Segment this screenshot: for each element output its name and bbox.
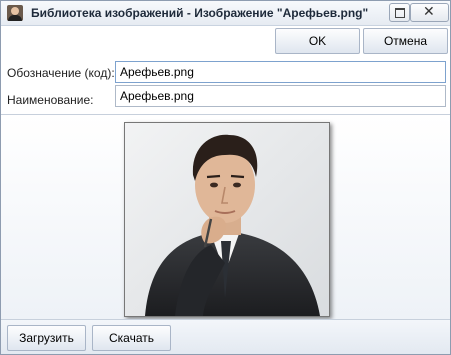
person-photo-icon bbox=[7, 5, 23, 21]
upload-button[interactable]: Загрузить bbox=[7, 325, 86, 351]
code-input[interactable] bbox=[115, 61, 446, 83]
cancel-button[interactable]: Отмена bbox=[363, 28, 448, 54]
portrait-illustration bbox=[125, 123, 329, 316]
portrait-photo bbox=[124, 122, 330, 317]
name-input[interactable] bbox=[115, 85, 446, 107]
download-button[interactable]: Скачать bbox=[92, 325, 171, 351]
ok-button[interactable]: OK bbox=[275, 28, 360, 54]
close-icon: ✕ bbox=[423, 4, 435, 20]
restore-icon bbox=[395, 8, 405, 18]
window-title: Библиотека изображений - Изображение "Ар… bbox=[31, 6, 369, 20]
name-label: Наименование: bbox=[7, 93, 94, 107]
close-button[interactable]: ✕ bbox=[410, 3, 449, 22]
restore-button[interactable] bbox=[389, 3, 410, 22]
title-bar[interactable]: Библиотека изображений - Изображение "Ар… bbox=[1, 1, 450, 26]
code-label: Обозначение (код): bbox=[7, 66, 115, 80]
dialog-window: Библиотека изображений - Изображение "Ар… bbox=[0, 0, 451, 355]
